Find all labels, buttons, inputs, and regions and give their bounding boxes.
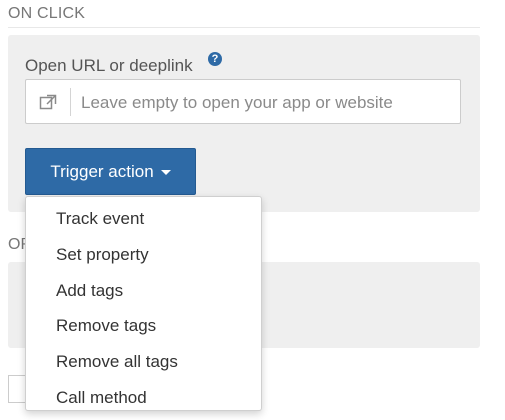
url-input-placeholder: Leave empty to open your app or website: [81, 93, 393, 112]
trigger-action-button[interactable]: Trigger action: [25, 148, 196, 195]
caret-down-icon: [160, 170, 171, 175]
menu-item-add-tags[interactable]: Add tags: [26, 273, 261, 309]
menu-item-track-event[interactable]: Track event: [26, 201, 261, 237]
trigger-action-label: Trigger action: [50, 161, 154, 181]
menu-item-remove-all-tags[interactable]: Remove all tags: [26, 344, 261, 380]
url-field-label: Open URL or deeplink: [25, 56, 193, 75]
section-heading-on-click: ON CLICK: [8, 5, 86, 22]
help-icon[interactable]: ?: [208, 52, 222, 66]
menu-item-set-property[interactable]: Set property: [26, 237, 261, 273]
url-input[interactable]: Leave empty to open your app or website: [25, 79, 461, 124]
section-divider: [8, 27, 480, 28]
trigger-action-dropdown: Track event Set property Add tags Remove…: [25, 196, 262, 411]
menu-item-call-method[interactable]: Call method: [26, 380, 261, 416]
external-link-icon: [39, 94, 57, 110]
url-input-addon: [26, 88, 71, 116]
menu-item-remove-tags[interactable]: Remove tags: [26, 308, 261, 344]
